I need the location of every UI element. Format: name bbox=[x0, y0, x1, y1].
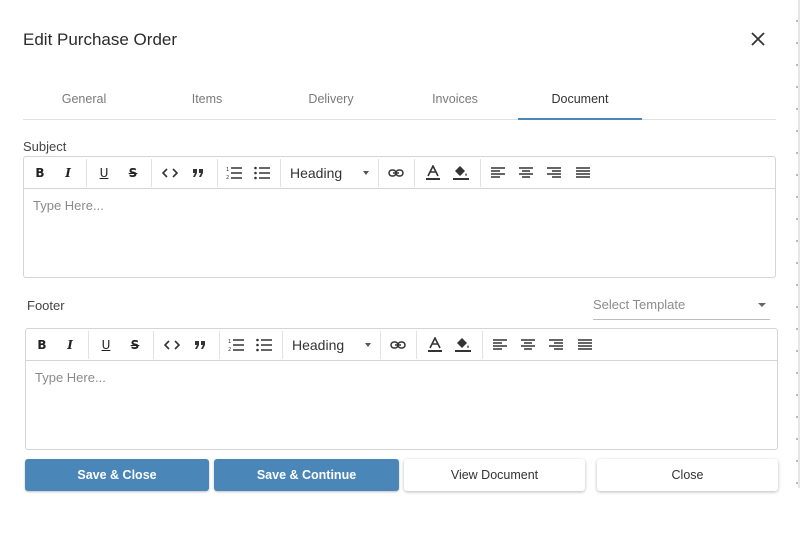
toolbar-divider bbox=[280, 159, 281, 187]
italic-button[interactable]: I bbox=[59, 157, 77, 189]
link-icon[interactable] bbox=[386, 157, 406, 189]
close-button[interactable]: Close bbox=[597, 459, 778, 491]
bold-button[interactable]: B bbox=[31, 157, 49, 189]
dialog-title: Edit Purchase Order bbox=[23, 30, 178, 49]
subject-editor: B I U S 12 Heading Type Here... bbox=[23, 156, 776, 278]
italic-button[interactable]: I bbox=[61, 329, 79, 361]
align-justify-icon[interactable] bbox=[573, 157, 593, 189]
code-icon[interactable] bbox=[162, 329, 182, 361]
tab-general[interactable]: General bbox=[23, 80, 145, 120]
font-color-icon[interactable] bbox=[423, 157, 443, 189]
toolbar-divider bbox=[86, 159, 87, 187]
tab-invoices[interactable]: Invoices bbox=[393, 80, 517, 120]
strikethrough-button[interactable]: S bbox=[124, 157, 142, 189]
background-edge bbox=[796, 0, 798, 488]
quote-icon[interactable] bbox=[188, 157, 208, 189]
chevron-down-icon bbox=[365, 343, 371, 347]
toolbar-divider bbox=[153, 331, 154, 359]
template-select-value: Select Template bbox=[593, 297, 686, 312]
align-left-icon[interactable] bbox=[490, 329, 510, 361]
svg-text:1: 1 bbox=[226, 167, 229, 173]
close-icon[interactable] bbox=[748, 29, 768, 49]
tab-document[interactable]: Document bbox=[518, 80, 642, 120]
toolbar-divider bbox=[416, 331, 417, 359]
footer-editor: B I U S 12 Heading Type Here... bbox=[25, 328, 778, 450]
underline-button[interactable]: U bbox=[97, 329, 115, 361]
toolbar-divider bbox=[217, 159, 218, 187]
bullet-list-icon[interactable] bbox=[254, 329, 274, 361]
subject-text-area[interactable]: Type Here... bbox=[24, 190, 775, 277]
toolbar-divider bbox=[480, 159, 481, 187]
font-color-icon[interactable] bbox=[425, 329, 445, 361]
subject-toolbar: B I U S 12 Heading bbox=[24, 157, 775, 189]
toolbar-divider bbox=[378, 159, 379, 187]
svg-text:2: 2 bbox=[228, 347, 231, 352]
bold-button[interactable]: B bbox=[33, 329, 51, 361]
link-icon[interactable] bbox=[388, 329, 408, 361]
code-icon[interactable] bbox=[160, 157, 180, 189]
toolbar-divider bbox=[414, 159, 415, 187]
toolbar-divider bbox=[482, 331, 483, 359]
heading-dropdown[interactable]: Heading bbox=[290, 157, 342, 189]
ordered-list-icon[interactable]: 12 bbox=[226, 329, 246, 361]
save-continue-button[interactable]: Save & Continue bbox=[214, 459, 399, 491]
toolbar-divider bbox=[380, 331, 381, 359]
bullet-list-icon[interactable] bbox=[252, 157, 272, 189]
align-right-icon[interactable] bbox=[544, 157, 564, 189]
footer-label: Footer bbox=[27, 298, 65, 313]
align-center-icon[interactable] bbox=[518, 329, 538, 361]
ordered-list-icon[interactable]: 12 bbox=[224, 157, 244, 189]
tab-items[interactable]: Items bbox=[145, 80, 269, 120]
strikethrough-button[interactable]: S bbox=[126, 329, 144, 361]
svg-text:1: 1 bbox=[228, 339, 231, 345]
save-close-button[interactable]: Save & Close bbox=[25, 459, 209, 491]
toolbar-divider bbox=[219, 331, 220, 359]
view-document-button[interactable]: View Document bbox=[404, 459, 585, 491]
svg-text:2: 2 bbox=[226, 175, 229, 180]
align-right-icon[interactable] bbox=[546, 329, 566, 361]
template-select[interactable]: Select Template bbox=[593, 292, 770, 320]
align-center-icon[interactable] bbox=[516, 157, 536, 189]
chevron-down-icon bbox=[363, 171, 369, 175]
heading-dropdown[interactable]: Heading bbox=[292, 329, 344, 361]
quote-icon[interactable] bbox=[190, 329, 210, 361]
align-justify-icon[interactable] bbox=[575, 329, 595, 361]
toolbar-divider bbox=[151, 159, 152, 187]
toolbar-divider bbox=[88, 331, 89, 359]
subject-label: Subject bbox=[23, 139, 67, 154]
tab-delivery[interactable]: Delivery bbox=[269, 80, 393, 120]
tab-bar: General Items Delivery Invoices Document bbox=[23, 80, 776, 120]
highlight-color-icon[interactable] bbox=[451, 157, 471, 189]
underline-button[interactable]: U bbox=[95, 157, 113, 189]
align-left-icon[interactable] bbox=[488, 157, 508, 189]
footer-text-area[interactable]: Type Here... bbox=[26, 362, 777, 449]
footer-toolbar: B I U S 12 Heading bbox=[26, 329, 777, 361]
edit-purchase-order-dialog: Edit Purchase Order General Items Delive… bbox=[0, 0, 800, 491]
chevron-down-icon bbox=[758, 303, 766, 307]
toolbar-divider bbox=[282, 331, 283, 359]
highlight-color-icon[interactable] bbox=[453, 329, 473, 361]
